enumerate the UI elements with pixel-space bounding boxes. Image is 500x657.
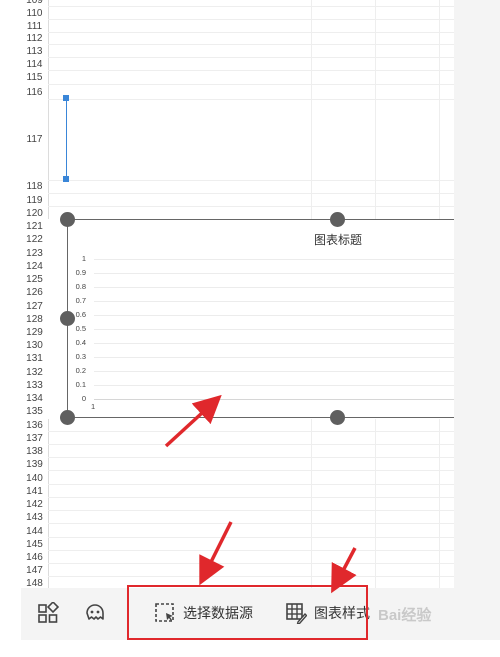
annotation-arrow-chart [164, 394, 222, 448]
annotation-arrow-select-data [199, 521, 233, 586]
annotation-arrow-chart-style [331, 547, 357, 594]
baidu-watermark: Bai经验 [378, 607, 432, 624]
annotation-arrows [164, 394, 357, 594]
